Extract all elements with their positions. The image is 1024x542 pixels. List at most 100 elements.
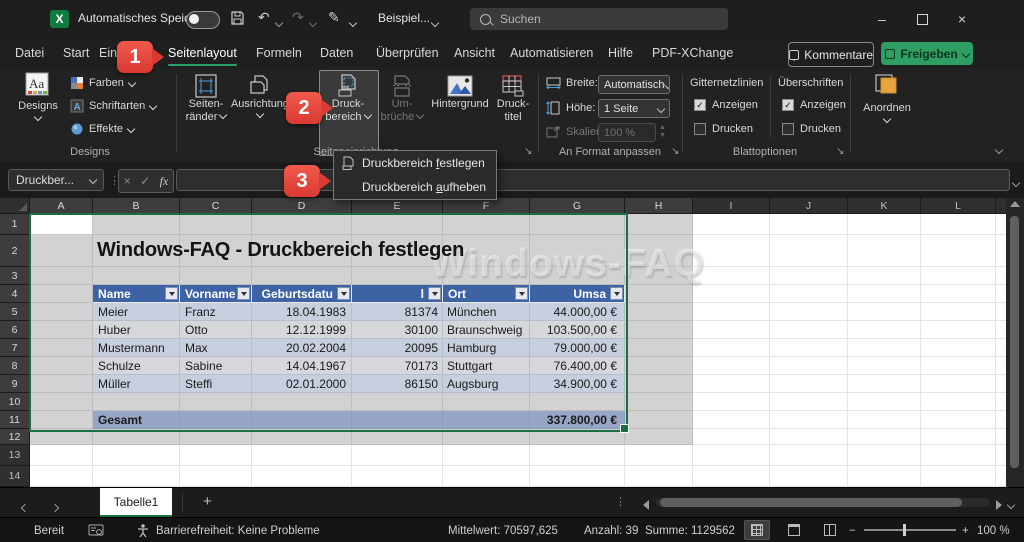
save-icon[interactable] [230, 10, 245, 26]
cell-E5[interactable]: 81374 [352, 303, 443, 321]
cell-C14[interactable] [180, 466, 252, 487]
search-box[interactable]: Suchen [470, 8, 728, 30]
cell-I5[interactable] [693, 303, 770, 321]
vertical-scrollbar-thumb[interactable] [1010, 216, 1019, 468]
cell-I8[interactable] [693, 357, 770, 375]
cell-A1[interactable] [30, 214, 93, 235]
row-header-3[interactable]: 3 [0, 267, 30, 285]
undo-dropdown-icon[interactable] [276, 15, 282, 33]
scroll-left-icon[interactable] [638, 497, 649, 515]
cell-C3[interactable] [180, 267, 252, 285]
cell-L5[interactable] [921, 303, 996, 321]
cell-A2[interactable] [30, 235, 93, 267]
cell-H6[interactable] [625, 321, 693, 339]
row-header-13[interactable]: 13 [0, 445, 30, 466]
print-titles-button[interactable]: Druck- titel [492, 74, 534, 124]
cell-A10[interactable] [30, 393, 93, 411]
normal-view-button[interactable] [744, 520, 770, 540]
row-header-1[interactable]: 1 [0, 214, 30, 235]
cell-F7[interactable]: Hamburg [443, 339, 530, 357]
row-header-5[interactable]: 5 [0, 303, 30, 321]
page-layout-view-button[interactable] [781, 520, 807, 540]
filter-dropdown-icon[interactable] [610, 287, 623, 300]
expand-formula-bar-icon[interactable] [1013, 175, 1019, 193]
cell-I7[interactable] [693, 339, 770, 357]
qat-overflow-icon[interactable] [350, 15, 356, 33]
cell-I14[interactable] [693, 466, 770, 487]
cell-F10[interactable] [443, 393, 530, 411]
scroll-down-icon[interactable] [1008, 497, 1014, 515]
filter-dropdown-icon[interactable] [515, 287, 528, 300]
excel-app-icon[interactable]: X [50, 10, 69, 28]
horizontal-scrollbar-thumb[interactable] [660, 498, 962, 507]
column-header-E[interactable]: E [352, 198, 443, 214]
cell-B6[interactable]: Huber [93, 321, 180, 339]
cell-E7[interactable]: 20095 [352, 339, 443, 357]
column-header-A[interactable]: A [30, 198, 93, 214]
cell-C13[interactable] [180, 445, 252, 466]
cell-K14[interactable] [848, 466, 921, 487]
cell-J13[interactable] [770, 445, 848, 466]
cell-C12[interactable] [180, 429, 252, 445]
column-header-B[interactable]: B [93, 198, 180, 214]
accessibility-status[interactable]: Barrierefreiheit: Keine Probleme [156, 518, 320, 542]
cell-G12[interactable] [530, 429, 625, 445]
row-header-4[interactable]: 4 [0, 285, 30, 303]
cell-I9[interactable] [693, 375, 770, 393]
cell-H8[interactable] [625, 357, 693, 375]
ribbon-tab-start[interactable]: Start [63, 38, 89, 68]
cell-C7[interactable]: Max [180, 339, 252, 357]
cell-B9[interactable]: Müller [93, 375, 180, 393]
cell-B1[interactable] [93, 214, 180, 235]
cell-E14[interactable] [352, 466, 443, 487]
cell-H12[interactable] [625, 429, 693, 445]
cell-A9[interactable] [30, 375, 93, 393]
cell-C10[interactable] [180, 393, 252, 411]
cell-L4[interactable] [921, 285, 996, 303]
cell-G8[interactable]: 76.400,00 € [530, 357, 625, 375]
cell-K12[interactable] [848, 429, 921, 445]
cell-H1[interactable] [625, 214, 693, 235]
cell-G5[interactable]: 44.000,00 € [530, 303, 625, 321]
row-header-11[interactable]: 11 [0, 411, 30, 429]
cell-C8[interactable]: Sabine [180, 357, 252, 375]
close-button[interactable]: × [942, 0, 982, 38]
cell-K13[interactable] [848, 445, 921, 466]
cell-L3[interactable] [921, 267, 996, 285]
margins-button[interactable]: Seiten- ränder [182, 74, 230, 124]
cell-G9[interactable]: 34.900,00 € [530, 375, 625, 393]
cell-A13[interactable] [30, 445, 93, 466]
cell-E13[interactable] [352, 445, 443, 466]
fit-width-select[interactable]: Automatisch [598, 75, 670, 94]
cell-K3[interactable] [848, 267, 921, 285]
arrange-button[interactable]: Anordnen [858, 72, 916, 122]
splitter-dots[interactable]: ⋮ [615, 495, 626, 508]
column-header-F[interactable]: F [443, 198, 530, 214]
cell-A3[interactable] [30, 267, 93, 285]
cell-C6[interactable]: Otto [180, 321, 252, 339]
comments-button[interactable]: Kommentare [788, 42, 874, 67]
cell-K6[interactable] [848, 321, 921, 339]
cell-L10[interactable] [921, 393, 996, 411]
scroll-right-icon[interactable] [996, 497, 1007, 515]
cell-D14[interactable] [252, 466, 352, 487]
cell-G6[interactable]: 103.500,00 € [530, 321, 625, 339]
column-header-H[interactable]: H [625, 198, 693, 214]
row-header-14[interactable]: 14 [0, 466, 30, 487]
cell-J6[interactable] [770, 321, 848, 339]
filter-dropdown-icon[interactable] [428, 287, 441, 300]
column-header-J[interactable]: J [770, 198, 848, 214]
cell-D5[interactable]: 18.04.1983 [252, 303, 352, 321]
column-header-C[interactable]: C [180, 198, 252, 214]
cell-D13[interactable] [252, 445, 352, 466]
cell-D10[interactable] [252, 393, 352, 411]
insert-function-icon[interactable]: fx [160, 174, 169, 189]
autosave-toggle[interactable] [186, 11, 220, 29]
row-header-6[interactable]: 6 [0, 321, 30, 339]
cell-H9[interactable] [625, 375, 693, 393]
gridlines-view-checkbox[interactable]: ✓ Anzeigen [694, 99, 758, 111]
cell-K8[interactable] [848, 357, 921, 375]
ribbon-tab--berpr-fen[interactable]: Überprüfen [376, 38, 439, 68]
filter-dropdown-icon[interactable] [165, 287, 178, 300]
cell-B13[interactable] [93, 445, 180, 466]
